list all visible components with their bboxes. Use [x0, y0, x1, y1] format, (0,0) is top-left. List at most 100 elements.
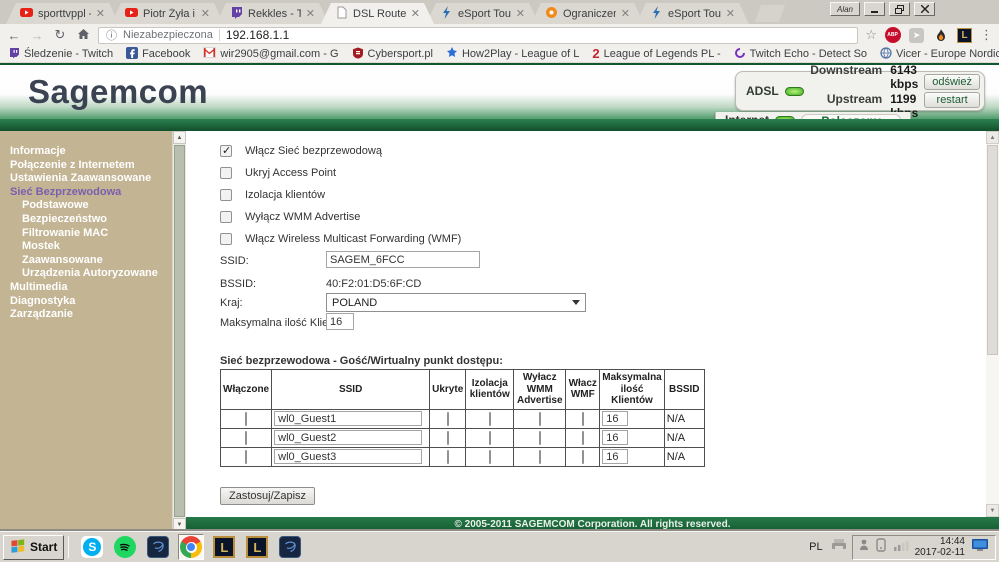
monitor-tray-icon[interactable]: [971, 538, 989, 557]
max-clients-input[interactable]: [326, 313, 354, 330]
scroll-up-icon[interactable]: ▲: [173, 131, 186, 144]
guest2-isolation-checkbox[interactable]: [489, 431, 491, 445]
info-icon[interactable]: ⓘ: [106, 27, 117, 43]
sidebar-item-polaczenie[interactable]: Połączenie z Internetem: [0, 159, 172, 173]
close-button[interactable]: [914, 2, 935, 16]
bookmark-twitch-echo[interactable]: Twitch Echo - Detect So: [734, 47, 867, 62]
bookmark-facebook[interactable]: Facebook: [126, 47, 190, 62]
tab-close-icon[interactable]: ✕: [726, 9, 735, 19]
sidebar-item-mostek[interactable]: Mostek: [0, 240, 172, 254]
sidebar-item-zaawansowane[interactable]: Zaawansowane: [0, 254, 172, 268]
guest3-enabled-checkbox[interactable]: [245, 450, 247, 464]
tab-esport-1[interactable]: eSport Tournaments F ✕: [426, 3, 539, 24]
sidebar-item-podstawowe[interactable]: Podstawowe: [0, 199, 172, 213]
curse-icon[interactable]: [145, 534, 171, 560]
tab-close-icon[interactable]: ✕: [411, 9, 420, 19]
guest3-ssid-input[interactable]: [274, 449, 422, 464]
guest1-hidden-checkbox[interactable]: [447, 412, 449, 426]
sidebar-item-zarzadzanie[interactable]: Zarządzanie: [0, 308, 172, 322]
bookmark-twitch[interactable]: Śledzenie - Twitch: [8, 47, 113, 62]
address-bar[interactable]: ⓘ Niezabezpieczona 192.168.1.1: [98, 27, 858, 44]
bookmark-lol-pl[interactable]: 2 League of Legends PL -: [592, 48, 720, 60]
signal-strength-icon[interactable]: [893, 538, 909, 556]
guest2-enabled-checkbox[interactable]: [245, 431, 247, 445]
bookmark-cybersport[interactable]: Cybersport.pl: [352, 47, 433, 62]
lol-icon-2[interactable]: L: [244, 534, 270, 560]
sidebar-item-urzadzenia[interactable]: Urządzenia Autoryzowane: [0, 267, 172, 281]
profile-button[interactable]: Alan: [830, 2, 860, 16]
tab-youtube-1[interactable]: sporttvppl - YouTube ✕: [6, 3, 119, 24]
tab-close-icon[interactable]: ✕: [306, 9, 315, 19]
gray-arrow-extension-icon[interactable]: ➤: [908, 27, 925, 44]
tab-youtube-2[interactable]: Piotr Żyła i tajemnica ✕: [111, 3, 224, 24]
sidebar-item-diagnostyka[interactable]: Diagnostyka: [0, 295, 172, 309]
guest1-wmm-checkbox[interactable]: [539, 412, 541, 426]
language-indicator[interactable]: PL: [806, 541, 825, 553]
flame-extension-icon[interactable]: [932, 27, 949, 44]
tab-close-icon[interactable]: ✕: [516, 9, 525, 19]
curse-icon-2[interactable]: [277, 534, 303, 560]
sidebar-item-siec-bezprzewodowa[interactable]: Sieć Bezprzewodowa: [0, 186, 172, 200]
guest3-hidden-checkbox[interactable]: [447, 450, 449, 464]
tab-ograniczenie[interactable]: Ograniczenie internet ✕: [531, 3, 644, 24]
guest3-max-clients-input[interactable]: [602, 449, 628, 464]
guest3-wmm-checkbox[interactable]: [539, 450, 541, 464]
restart-button[interactable]: restart: [924, 92, 980, 108]
skype-icon[interactable]: S: [79, 534, 105, 560]
lol-extension-icon[interactable]: L: [956, 27, 973, 44]
sidebar-item-bezpieczenstwo[interactable]: Bezpieczeństwo: [0, 213, 172, 227]
guest3-isolation-checkbox[interactable]: [489, 450, 491, 464]
tab-esport-2[interactable]: eSport Tournaments F ✕: [636, 3, 749, 24]
guest1-max-clients-input[interactable]: [602, 411, 628, 426]
tab-close-icon[interactable]: ✕: [96, 9, 105, 19]
bookmark-how2play[interactable]: How2Play - League of L: [446, 47, 579, 62]
tab-dsl-router-active[interactable]: DSL Router ✕: [321, 3, 434, 24]
person-tray-icon[interactable]: [859, 538, 869, 556]
sidebar-item-informacje[interactable]: Informacje: [0, 145, 172, 159]
bookmark-star-icon[interactable]: ☆: [865, 27, 877, 43]
scrollbar-thumb[interactable]: [987, 145, 998, 355]
sidebar-item-multimedia[interactable]: Multimedia: [0, 281, 172, 295]
chrome-menu-icon[interactable]: ⋮: [980, 27, 993, 43]
printer-icon[interactable]: [831, 538, 847, 556]
disable-wmm-checkbox[interactable]: [220, 211, 232, 223]
scroll-down-icon[interactable]: ▼: [173, 518, 186, 531]
device-tray-icon[interactable]: [875, 538, 887, 557]
guest1-enabled-checkbox[interactable]: [245, 412, 247, 426]
tab-close-icon[interactable]: ✕: [201, 9, 210, 19]
reload-icon[interactable]: ↻: [52, 27, 68, 43]
country-select[interactable]: POLAND: [326, 293, 586, 312]
tab-twitch[interactable]: Rekkles - Twitch ✕: [216, 3, 329, 24]
guest2-hidden-checkbox[interactable]: [447, 431, 449, 445]
sidebar-item-filtrowanie-mac[interactable]: Filtrowanie MAC: [0, 227, 172, 241]
scrollbar-thumb[interactable]: [174, 145, 185, 517]
new-tab-button[interactable]: [755, 5, 785, 22]
minimize-button[interactable]: [864, 2, 885, 16]
enable-wmf-checkbox[interactable]: [220, 233, 232, 245]
guest1-wmf-checkbox[interactable]: [582, 412, 584, 426]
url-text[interactable]: 192.168.1.1: [226, 28, 289, 42]
restore-button[interactable]: [889, 2, 910, 16]
lol-icon[interactable]: L: [211, 534, 237, 560]
bookmark-gmail[interactable]: wir2905@gmail.com - G: [203, 47, 338, 61]
start-button[interactable]: Start: [3, 535, 64, 560]
sidebar-scrollbar[interactable]: ▲ ▼: [172, 131, 186, 531]
guest2-max-clients-input[interactable]: [602, 430, 628, 445]
guest3-wmf-checkbox[interactable]: [582, 450, 584, 464]
apply-save-button[interactable]: Zastosuj/Zapisz: [220, 487, 315, 505]
taskbar-clock[interactable]: 14:44 2017-02-11: [915, 536, 965, 558]
forward-icon[interactable]: →: [29, 28, 45, 43]
adblock-extension-icon[interactable]: ABP: [884, 27, 901, 44]
guest1-isolation-checkbox[interactable]: [489, 412, 491, 426]
guest2-wmm-checkbox[interactable]: [539, 431, 541, 445]
client-isolation-checkbox[interactable]: [220, 189, 232, 201]
back-icon[interactable]: ←: [6, 28, 22, 43]
spotify-icon[interactable]: [112, 534, 138, 560]
tab-close-icon[interactable]: ✕: [621, 9, 630, 19]
scroll-up-icon[interactable]: ▲: [986, 131, 999, 144]
guest1-ssid-input[interactable]: [274, 411, 422, 426]
enable-wireless-checkbox[interactable]: [220, 145, 232, 157]
home-icon[interactable]: [75, 28, 91, 43]
content-scrollbar[interactable]: ▲ ▼: [986, 131, 999, 517]
refresh-button[interactable]: odśwież: [924, 74, 980, 90]
